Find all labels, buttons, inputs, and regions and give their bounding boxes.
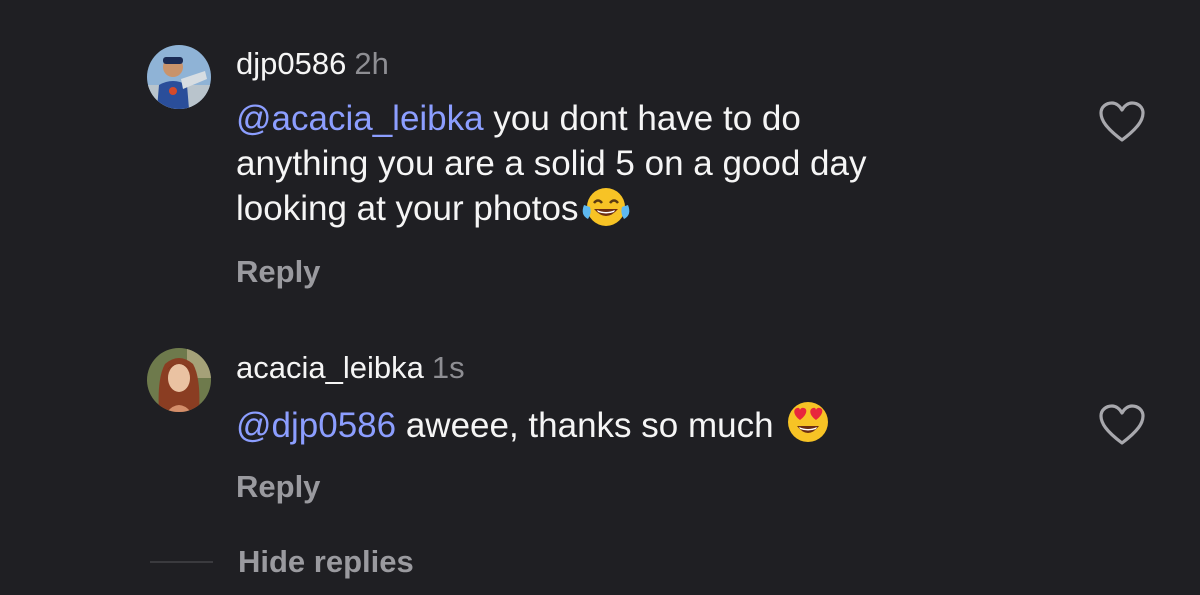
comments-thread: djp0586 2h @acacia_leibka you dont have t… (0, 0, 1200, 595)
mention-link[interactable]: @djp0586 (236, 406, 396, 445)
divider (150, 561, 213, 563)
comment-text-line: you dont have to do (483, 99, 801, 138)
avatar[interactable] (147, 348, 211, 412)
comment-text: @acacia_leibka you dont have to do anyth… (236, 96, 1016, 238)
hide-replies-button[interactable]: Hide replies (238, 544, 414, 580)
username[interactable]: djp0586 (236, 46, 346, 81)
hide-replies-row: Hide replies (0, 540, 1200, 584)
reply-button[interactable]: Reply (236, 469, 320, 505)
comment-text-line: looking at your photos (236, 189, 579, 228)
comment-header: acacia_leibka 1s (236, 350, 465, 386)
username[interactable]: acacia_leibka (236, 350, 424, 385)
timestamp: 2h (354, 46, 389, 81)
timestamp: 1s (431, 350, 465, 385)
mention-link[interactable]: @acacia_leibka (236, 99, 484, 138)
comment-header: djp0586 2h (236, 46, 389, 82)
like-heart-icon[interactable] (1098, 100, 1146, 144)
like-heart-icon[interactable] (1098, 403, 1146, 447)
reply-button[interactable]: Reply (236, 254, 320, 290)
avatar[interactable] (147, 45, 211, 109)
heart-eyes-emoji (785, 400, 831, 455)
comment-text: @djp0586 aweee, thanks so much (236, 400, 1016, 455)
comment-text-line: anything you are a solid 5 on a good day (236, 144, 867, 183)
comment-text-line: aweee, thanks so much (396, 406, 784, 445)
tears-of-joy-emoji (580, 187, 632, 238)
